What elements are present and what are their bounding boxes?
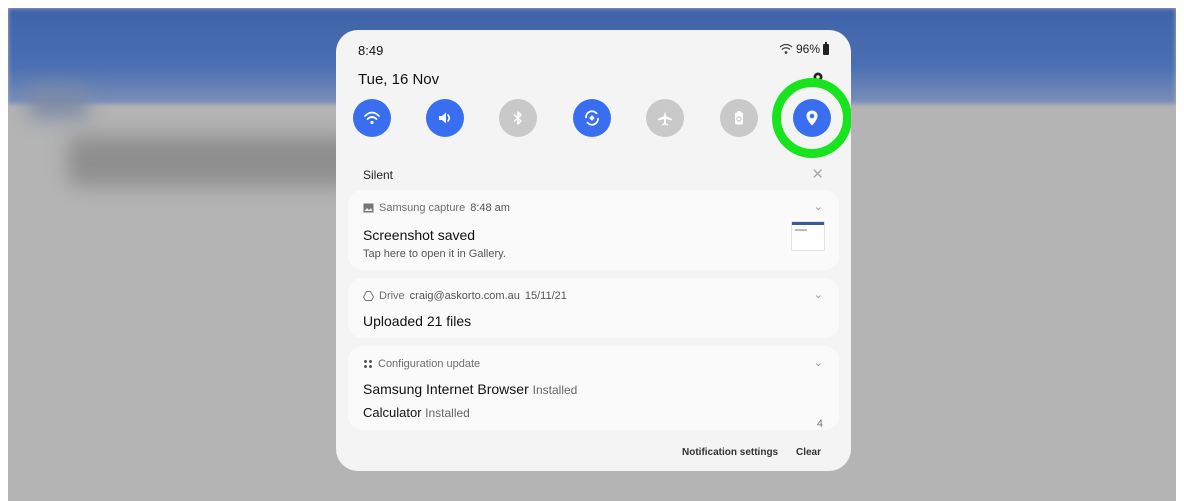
notification-app-name: Drive [379,290,405,302]
updated-app-name: Calculator [363,405,422,420]
notification-title: Uploaded 21 files [363,313,472,329]
clear-button[interactable]: Clear [796,447,821,458]
chevron-down-icon[interactable]: ⌄ [814,200,823,213]
wifi-signal-icon [779,43,793,54]
screenshot-thumbnail [791,221,825,251]
sound-toggle[interactable] [426,99,464,137]
auto-rotate-toggle[interactable] [573,99,611,137]
rotate-icon [585,110,599,126]
notification-meta: Samsung capture 8:48 am [363,202,510,214]
notification-meta: Configuration update [363,358,480,370]
background-blur-shape [28,88,88,118]
battery-recycle-icon [735,111,743,125]
apps-grid-icon [364,360,372,368]
date-label: Tue, 16 Nov [358,71,440,88]
power-saving-toggle[interactable] [720,99,758,137]
chevron-down-icon[interactable]: ⌄ [814,356,823,369]
notification-title: Screenshot saved [363,227,476,243]
install-status: Installed [425,406,470,420]
notification-settings-button[interactable]: Notification settings [682,447,778,458]
status-time: 8:49 [358,43,384,58]
notification-count: 4 [816,418,823,430]
notification-app-name: Configuration update [378,358,481,370]
volume-icon [439,112,451,124]
location-highlight-ring [772,78,851,158]
update-line-1: Samsung Internet Browser Installed [363,381,577,397]
notification-time: 15/11/21 [524,290,567,302]
drive-notification[interactable]: Drive craig@askorto.com.au 15/11/21 ⌄ Up… [348,278,839,338]
screen-edge [1176,0,1184,501]
notification-time: 8:48 am [470,202,510,214]
battery-icon [823,41,829,55]
chevron-down-icon[interactable]: ⌄ [814,288,823,301]
close-icon[interactable]: ✕ [811,165,824,183]
airplane-icon [658,111,672,126]
wifi-icon [364,111,380,125]
bluetooth-icon [513,111,522,125]
battery-percent: 96% [795,42,820,56]
notification-app-name: Samsung capture [379,202,466,214]
silent-section-label: Silent [363,168,394,182]
notification-account: craig@askorto.com.au [409,290,520,302]
notification-meta: Drive craig@askorto.com.au 15/11/21 [363,290,567,302]
status-indicators: 96% [779,41,829,56]
bluetooth-toggle[interactable] [499,99,537,137]
configuration-update-notification[interactable]: Configuration update ⌄ Samsung Internet … [348,346,839,430]
airplane-mode-toggle[interactable] [646,99,684,137]
notification-panel: 8:49 96% Tue, 16 Nov Silent ✕ Samsung ca… [336,30,851,471]
image-icon [363,203,374,213]
screenshot-notification[interactable]: Samsung capture 8:48 am ⌄ Screenshot sav… [348,190,839,270]
background-blur-shape [68,136,358,186]
install-status: Installed [532,383,578,397]
updated-app-name: Samsung Internet Browser [363,381,529,397]
notification-text: Tap here to open it in Gallery. [363,248,506,260]
drive-icon [363,291,374,301]
wifi-toggle[interactable] [353,99,391,137]
update-line-2: Calculator Installed [363,405,470,420]
